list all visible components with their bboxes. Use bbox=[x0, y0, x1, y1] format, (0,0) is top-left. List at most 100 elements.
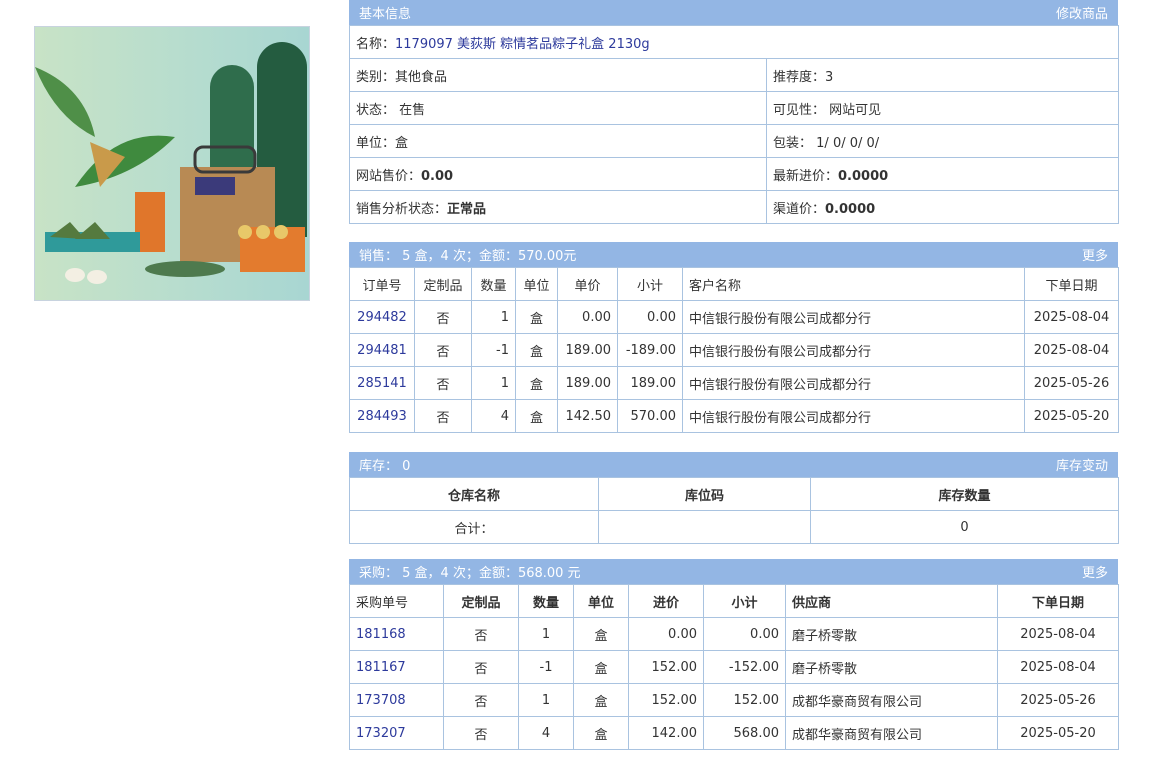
supplier-cell: 磨子桥零散 bbox=[785, 650, 998, 684]
category-label: 类别： bbox=[356, 69, 396, 85]
sales-order-link[interactable]: 285141 bbox=[357, 376, 407, 391]
analysis-row: 销售分析状态：正常品 渠道价：0.0000 bbox=[349, 190, 1119, 224]
qty-cell: 4 bbox=[471, 399, 516, 433]
category-cell: 类别：其他食品 bbox=[349, 58, 767, 92]
date-cell: 2025-08-04 bbox=[1024, 300, 1119, 334]
qty-cell: -1 bbox=[518, 650, 574, 684]
visibility-label: 可见性： bbox=[773, 102, 826, 118]
sales-panel: 销售： 5 盒，4 次；金额：570.00元 更多 订单号 定制品 数量 单位 … bbox=[349, 242, 1119, 433]
custom-cell: 否 bbox=[414, 399, 472, 433]
subtotal-cell: 0.00 bbox=[703, 617, 786, 651]
col-order-no: 订单号 bbox=[349, 267, 415, 301]
subtotal-cell: 0.00 bbox=[617, 300, 683, 334]
purchase-more-link[interactable]: 更多 bbox=[1082, 562, 1108, 581]
customer-cell: 中信银行股份有限公司成都分行 bbox=[682, 366, 1025, 400]
product-image bbox=[34, 26, 310, 301]
package-cell: 包装： 1/ 0/ 0/ 0/ bbox=[766, 124, 1119, 158]
unit-cell: 盒 bbox=[515, 366, 558, 400]
purchase-table: 采购单号 定制品 数量 单位 进价 小计 供应商 下单日期 181168 否 1… bbox=[349, 584, 1119, 750]
basic-info-title: 基本信息 bbox=[359, 7, 412, 22]
price-cell: 0.00 bbox=[557, 300, 618, 334]
sales-status-cell: 销售分析状态：正常品 bbox=[349, 190, 767, 224]
table-row: 173708 否 1 盒 152.00 152.00 成都华豪商贸有限公司 20… bbox=[349, 683, 1119, 717]
purchase-panel: 采购： 5 盒，4 次；金额：568.00 元 更多 采购单号 定制品 数量 单… bbox=[349, 559, 1119, 750]
subtotal-cell: 570.00 bbox=[617, 399, 683, 433]
col-warehouse: 仓库名称 bbox=[349, 477, 599, 511]
basic-info-header: 基本信息 修改商品 bbox=[349, 0, 1118, 25]
col-stock-qty: 库存数量 bbox=[810, 477, 1119, 511]
col-cost: 进价 bbox=[628, 584, 704, 618]
basic-info-panel: 基本信息 修改商品 名称：1179097 美荻斯 粽情茗品粽子礼盒 2130g … bbox=[349, 0, 1119, 224]
status-value: 在售 bbox=[399, 102, 426, 118]
table-row: 285141 否 1 盒 189.00 189.00 中信银行股份有限公司成都分… bbox=[349, 366, 1119, 400]
sales-status-label: 销售分析状态： bbox=[356, 201, 448, 217]
visibility-value: 网站可见 bbox=[829, 102, 882, 118]
purchase-order-link[interactable]: 181168 bbox=[356, 627, 406, 642]
sales-order-link[interactable]: 294482 bbox=[357, 310, 407, 325]
purchase-order-link[interactable]: 173207 bbox=[356, 726, 406, 741]
stock-change-link[interactable]: 库存变动 bbox=[1056, 455, 1108, 474]
col-purchase-no: 采购单号 bbox=[349, 584, 444, 618]
sales-order-link[interactable]: 294481 bbox=[357, 343, 407, 358]
date-cell: 2025-05-26 bbox=[1024, 366, 1119, 400]
purchase-summary: 采购： 5 盒，4 次；金额：568.00 元 bbox=[359, 566, 581, 581]
stock-header: 库存： 0 库存变动 bbox=[349, 452, 1118, 477]
sales-order-link[interactable]: 284493 bbox=[357, 409, 407, 424]
custom-cell: 否 bbox=[443, 683, 519, 717]
price-cell: 142.00 bbox=[628, 716, 704, 750]
purchase-header: 采购： 5 盒，4 次；金额：568.00 元 更多 bbox=[349, 559, 1118, 584]
package-value: 1/ 0/ 0/ 0/ bbox=[816, 135, 880, 151]
subtotal-cell: 152.00 bbox=[703, 683, 786, 717]
sales-status-value: 正常品 bbox=[447, 201, 487, 217]
custom-cell: 否 bbox=[414, 366, 472, 400]
supplier-cell: 磨子桥零散 bbox=[785, 617, 998, 651]
latest-cost-cell: 最新进价：0.0000 bbox=[766, 157, 1119, 191]
visibility-cell: 可见性： 网站可见 bbox=[766, 91, 1119, 125]
col-price: 单价 bbox=[557, 267, 618, 301]
price-cell: 0.00 bbox=[628, 617, 704, 651]
category-value: 其他食品 bbox=[395, 69, 448, 85]
stock-total-label: 合计： bbox=[349, 510, 599, 544]
latest-cost-label: 最新进价： bbox=[773, 168, 839, 184]
customer-cell: 中信银行股份有限公司成都分行 bbox=[682, 300, 1025, 334]
date-cell: 2025-08-04 bbox=[1024, 333, 1119, 367]
site-price-value: 0.00 bbox=[421, 168, 454, 184]
unit-cell: 单位：盒 bbox=[349, 124, 767, 158]
unit-cell: 盒 bbox=[573, 650, 629, 684]
subtotal-cell: 568.00 bbox=[703, 716, 786, 750]
col-subtotal: 小计 bbox=[617, 267, 683, 301]
qty-cell: 1 bbox=[518, 683, 574, 717]
status-row: 状态： 在售 可见性： 网站可见 bbox=[349, 91, 1119, 125]
stock-header-row: 仓库名称 库位码 库存数量 bbox=[349, 477, 1119, 511]
latest-cost-value: 0.0000 bbox=[838, 168, 889, 184]
col-location: 库位码 bbox=[598, 477, 811, 511]
qty-cell: -1 bbox=[471, 333, 516, 367]
sales-table: 订单号 定制品 数量 单位 单价 小计 客户名称 下单日期 294482 否 1… bbox=[349, 267, 1119, 433]
table-row: 173207 否 4 盒 142.00 568.00 成都华豪商贸有限公司 20… bbox=[349, 716, 1119, 750]
sales-more-link[interactable]: 更多 bbox=[1082, 245, 1108, 264]
purchase-order-link[interactable]: 181167 bbox=[356, 660, 406, 675]
unit-cell: 盒 bbox=[515, 399, 558, 433]
stock-summary: 库存： 0 bbox=[359, 459, 411, 474]
col-supplier: 供应商 bbox=[785, 584, 998, 618]
col-date: 下单日期 bbox=[1024, 267, 1119, 301]
price-cell: 152.00 bbox=[628, 683, 704, 717]
name-cell: 名称：1179097 美荻斯 粽情茗品粽子礼盒 2130g bbox=[349, 25, 1119, 59]
col-custom: 定制品 bbox=[414, 267, 472, 301]
channel-price-cell: 渠道价：0.0000 bbox=[766, 190, 1119, 224]
status-label: 状态： bbox=[356, 102, 396, 118]
sales-summary: 销售： 5 盒，4 次；金额：570.00元 bbox=[359, 249, 577, 264]
subtotal-cell: -152.00 bbox=[703, 650, 786, 684]
purchase-header-row: 采购单号 定制品 数量 单位 进价 小计 供应商 下单日期 bbox=[349, 584, 1119, 618]
price-cell: 189.00 bbox=[557, 366, 618, 400]
recommend-label: 推荐度： bbox=[773, 69, 826, 85]
customer-cell: 中信银行股份有限公司成都分行 bbox=[682, 399, 1025, 433]
unit-row: 单位：盒 包装： 1/ 0/ 0/ 0/ bbox=[349, 124, 1119, 158]
col-date: 下单日期 bbox=[997, 584, 1119, 618]
channel-price-label: 渠道价： bbox=[773, 201, 826, 217]
stock-total-row: 合计： 0 bbox=[349, 510, 1119, 544]
edit-product-link[interactable]: 修改商品 bbox=[1056, 3, 1108, 22]
col-qty: 数量 bbox=[518, 584, 574, 618]
stock-total-location bbox=[598, 510, 811, 544]
purchase-order-link[interactable]: 173708 bbox=[356, 693, 406, 708]
